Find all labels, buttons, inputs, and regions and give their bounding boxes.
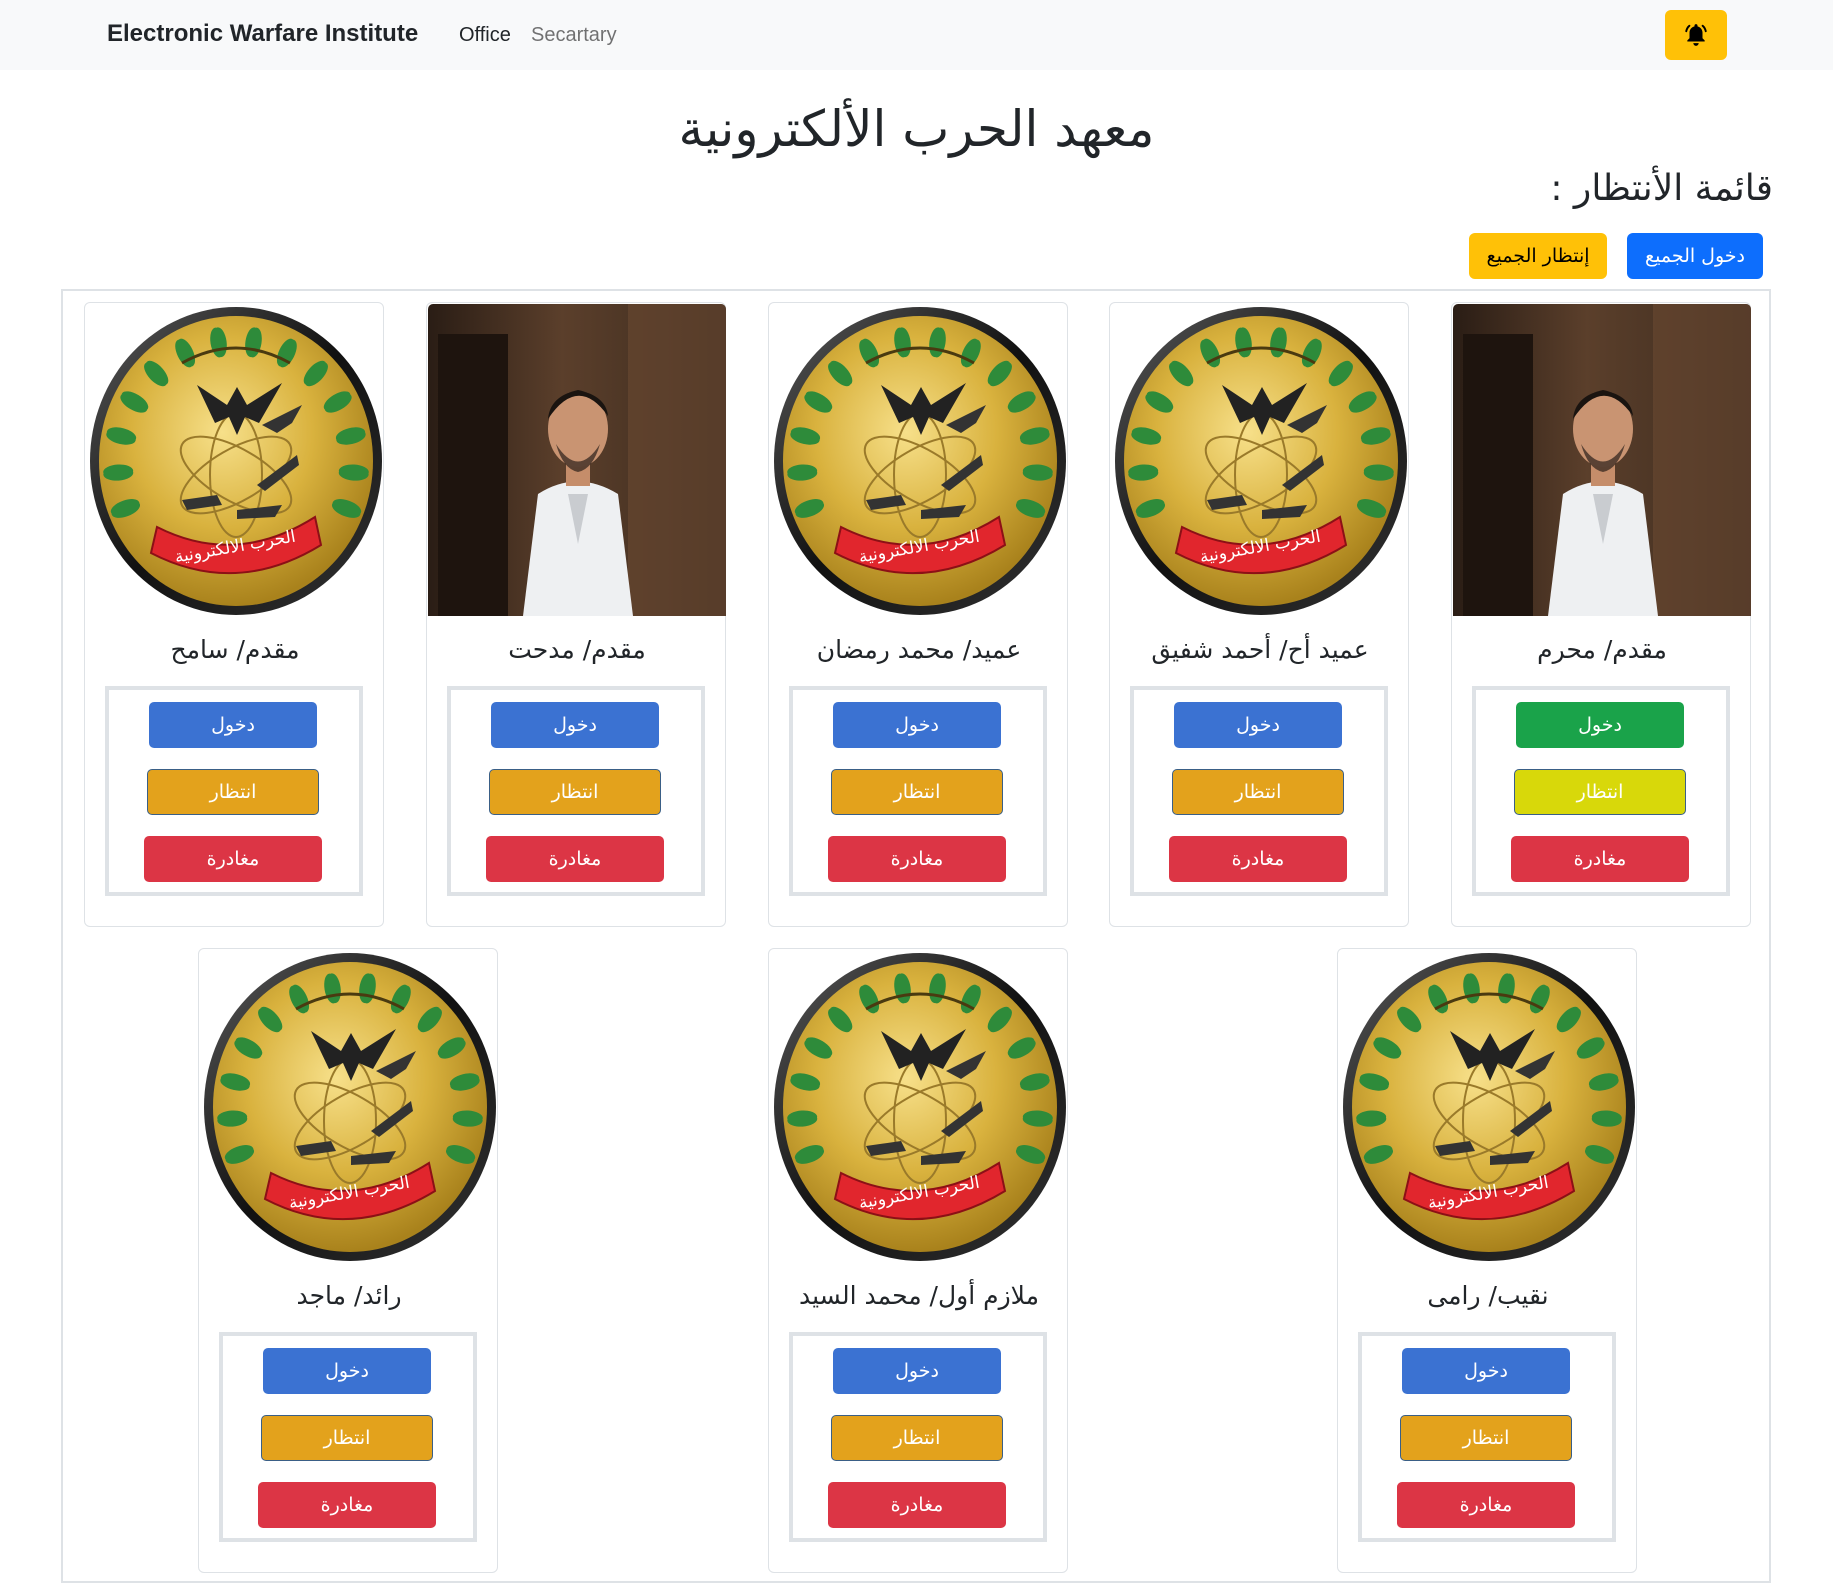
institute-emblem-image: الحرب الالكترونية bbox=[1343, 953, 1635, 1261]
enter-button[interactable]: دخول bbox=[491, 702, 659, 748]
person-name: رائد/ ماجد bbox=[296, 1281, 402, 1310]
leave-button[interactable]: مغادرة bbox=[828, 1482, 1006, 1528]
person-card: الحرب الالكترونية ملازم أول/ محمد السيد دخ… bbox=[768, 948, 1068, 1573]
institute-emblem-image: الحرب الالكترونية bbox=[774, 953, 1066, 1261]
person-card: الحرب الالكترونية مقدم/ سامح دخول انتظار مغا… bbox=[84, 302, 384, 927]
person-name: نقيب/ رامى bbox=[1427, 1281, 1549, 1310]
leave-button[interactable]: مغادرة bbox=[1511, 836, 1689, 882]
card-image: الحرب الالكترونية bbox=[1339, 950, 1637, 1262]
institute-emblem-image: الحرب الالكترونية bbox=[90, 307, 382, 615]
card-image bbox=[1453, 304, 1751, 616]
person-card: الحرب الالكترونية نقيب/ رامى دخول انتظار مغا… bbox=[1337, 948, 1637, 1573]
enter-button[interactable]: دخول bbox=[263, 1348, 431, 1394]
navbar: Electronic Warfare Institute Office Seca… bbox=[0, 0, 1833, 70]
enter-all-button[interactable]: دخول الجميع bbox=[1627, 233, 1763, 279]
waiting-list-title: قائمة الأنتظار : bbox=[1550, 168, 1773, 209]
wait-button[interactable]: انتظار bbox=[1172, 769, 1344, 815]
status-actions-box: دخول انتظار مغادرة bbox=[219, 1332, 477, 1542]
person-photo bbox=[428, 304, 726, 616]
person-card: الحرب الالكترونية رائد/ ماجد دخول انتظار مغا… bbox=[198, 948, 498, 1573]
enter-button[interactable]: دخول bbox=[149, 702, 317, 748]
institute-emblem-image: الحرب الالكترونية bbox=[204, 953, 496, 1261]
leave-button[interactable]: مغادرة bbox=[828, 836, 1006, 882]
card-image: الحرب الالكترونية bbox=[200, 950, 498, 1262]
leave-button[interactable]: مغادرة bbox=[486, 836, 664, 882]
card-image: الحرب الالكترونية bbox=[770, 304, 1068, 616]
enter-button[interactable]: دخول bbox=[833, 1348, 1001, 1394]
status-actions-box: دخول انتظار مغادرة bbox=[447, 686, 705, 896]
status-actions-box: دخول انتظار مغادرة bbox=[789, 686, 1047, 896]
institute-emblem-image: الحرب الالكترونية bbox=[1115, 307, 1407, 615]
person-name: عميد/ محمد رمضان bbox=[816, 635, 1022, 664]
person-card: الحرب الالكترونية عميد أح/ أحمد شفيق دخول ا… bbox=[1109, 302, 1409, 927]
card-image: الحرب الالكترونية bbox=[770, 950, 1068, 1262]
status-actions-box: دخول انتظار مغادرة bbox=[1130, 686, 1388, 896]
person-name: عميد أح/ أحمد شفيق bbox=[1151, 635, 1369, 664]
status-actions-box: دخول انتظار مغادرة bbox=[1472, 686, 1730, 896]
wait-all-button[interactable]: إنتظار الجميع bbox=[1469, 233, 1607, 279]
person-name: مقدم/ محرم bbox=[1537, 635, 1667, 664]
enter-button[interactable]: دخول bbox=[1516, 702, 1684, 748]
waiting-grid: الحرب الالكترونية مقدم/ سامح دخول انتظار مغا… bbox=[61, 289, 1771, 1583]
wait-button[interactable]: انتظار bbox=[1514, 769, 1686, 815]
enter-button[interactable]: دخول bbox=[833, 702, 1001, 748]
person-name: مقدم/ سامح bbox=[170, 635, 300, 664]
notifications-button[interactable] bbox=[1665, 10, 1727, 60]
page-title: معهد الحرب الألكترونية bbox=[678, 100, 1155, 158]
card-image: الحرب الالكترونية bbox=[86, 304, 384, 616]
wait-button[interactable]: انتظار bbox=[489, 769, 661, 815]
card-image: الحرب الالكترونية bbox=[1111, 304, 1409, 616]
leave-button[interactable]: مغادرة bbox=[258, 1482, 436, 1528]
bell-icon bbox=[1685, 24, 1707, 46]
person-card: مقدم/ محرم دخول انتظار مغادرة bbox=[1451, 302, 1751, 927]
person-card: مقدم/ مدحت دخول انتظار مغادرة bbox=[426, 302, 726, 927]
person-photo bbox=[1453, 304, 1751, 616]
wait-button[interactable]: انتظار bbox=[831, 769, 1003, 815]
person-name: ملازم أول/ محمد السيد bbox=[799, 1281, 1039, 1310]
nav-link-office[interactable]: Office bbox=[459, 24, 511, 47]
enter-button[interactable]: دخول bbox=[1402, 1348, 1570, 1394]
leave-button[interactable]: مغادرة bbox=[1169, 836, 1347, 882]
card-image bbox=[428, 304, 726, 616]
status-actions-box: دخول انتظار مغادرة bbox=[789, 1332, 1047, 1542]
wait-button[interactable]: انتظار bbox=[831, 1415, 1003, 1461]
status-actions-box: دخول انتظار مغادرة bbox=[1358, 1332, 1616, 1542]
status-actions-box: دخول انتظار مغادرة bbox=[105, 686, 363, 896]
leave-button[interactable]: مغادرة bbox=[1397, 1482, 1575, 1528]
wait-button[interactable]: انتظار bbox=[261, 1415, 433, 1461]
person-name: مقدم/ مدحت bbox=[508, 635, 646, 664]
brand-title[interactable]: Electronic Warfare Institute bbox=[107, 20, 418, 48]
wait-button[interactable]: انتظار bbox=[147, 769, 319, 815]
enter-button[interactable]: دخول bbox=[1174, 702, 1342, 748]
institute-emblem-image: الحرب الالكترونية bbox=[774, 307, 1066, 615]
nav-link-secretary[interactable]: Secartary bbox=[531, 24, 617, 47]
leave-button[interactable]: مغادرة bbox=[144, 836, 322, 882]
wait-button[interactable]: انتظار bbox=[1400, 1415, 1572, 1461]
person-card: الحرب الالكترونية عميد/ محمد رمضان دخول انت… bbox=[768, 302, 1068, 927]
